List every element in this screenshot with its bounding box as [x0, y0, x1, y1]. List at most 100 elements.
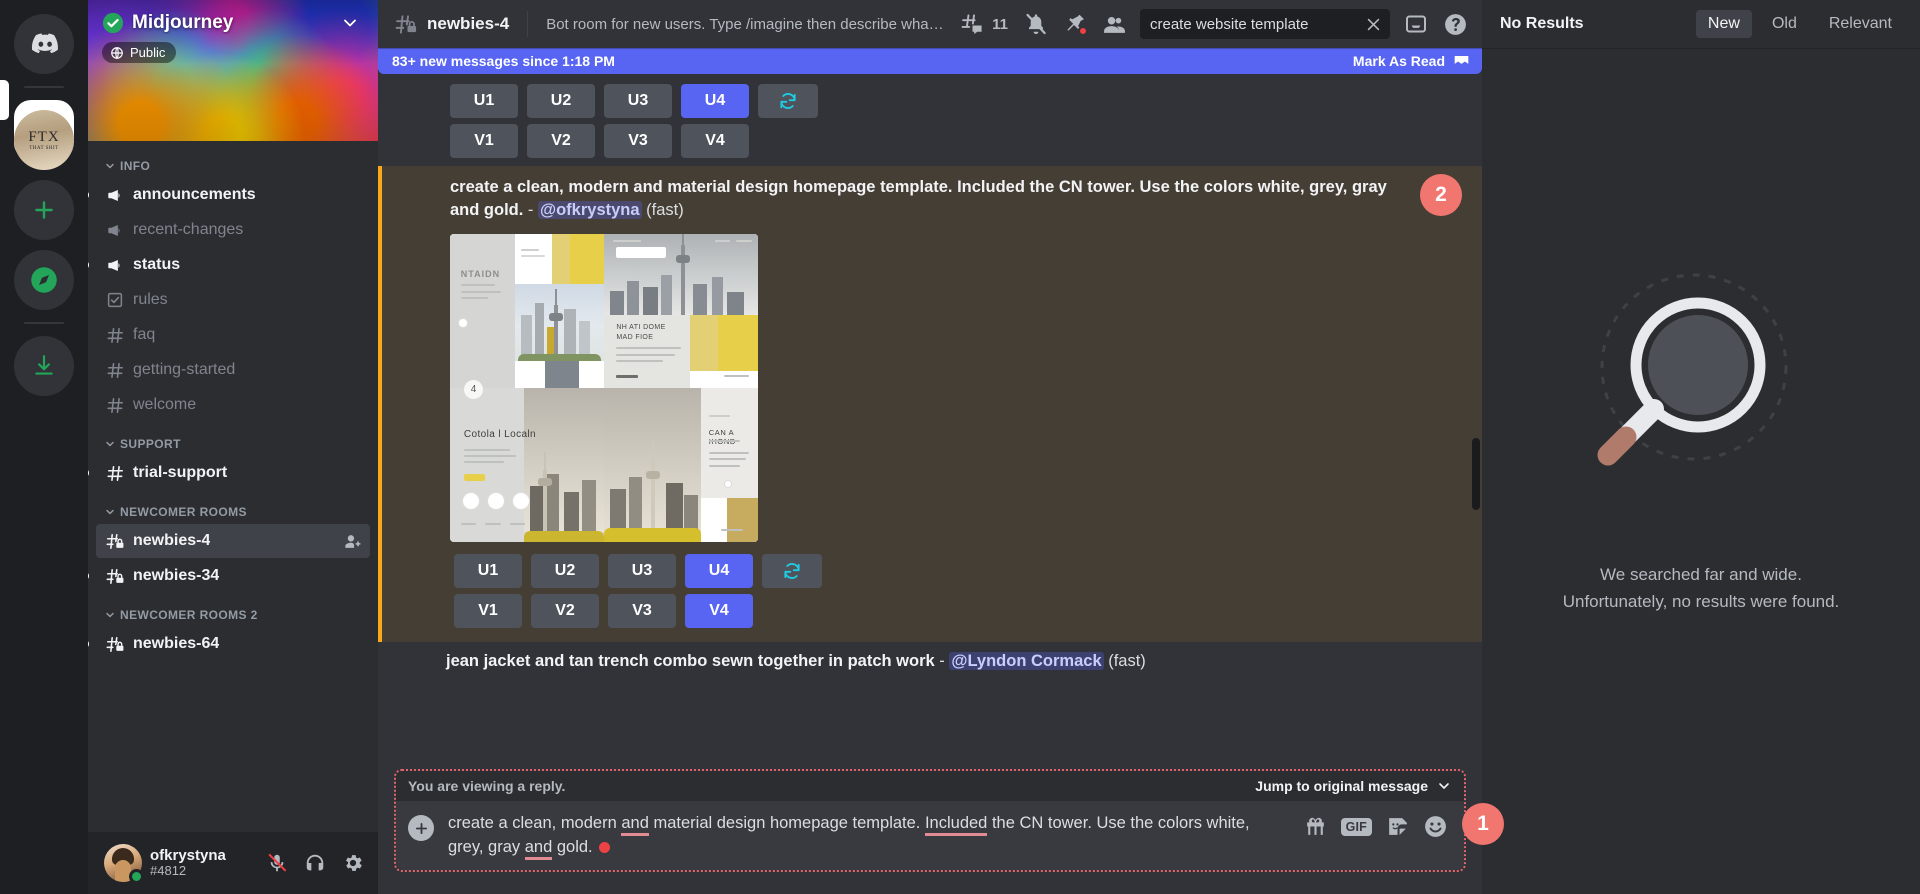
- upscale-button-u4[interactable]: U4: [685, 554, 753, 588]
- composer-text-2: material design homepage template.: [649, 814, 925, 832]
- category-support[interactable]: SUPPORT: [88, 423, 370, 455]
- message-composer[interactable]: create a clean, modern and material desi…: [396, 801, 1464, 870]
- magnifier-svg: [1586, 267, 1816, 497]
- download-apps-button[interactable]: [14, 336, 74, 396]
- variation-button-v4[interactable]: V4: [685, 594, 753, 628]
- reroll-button[interactable]: [758, 84, 818, 118]
- discord-logo-icon: [28, 28, 60, 60]
- category-info[interactable]: INFO: [88, 157, 370, 177]
- server-rail-download[interactable]: [0, 336, 88, 396]
- add-member-icon[interactable]: [343, 532, 362, 551]
- message-scrollbar[interactable]: [1472, 438, 1480, 510]
- search-results-title: No Results: [1500, 15, 1688, 33]
- jump-to-original-message-button[interactable]: Jump to original message: [1255, 778, 1452, 794]
- sidebar-item-newbies-4[interactable]: newbies-4: [96, 524, 370, 558]
- message-list[interactable]: U1 U2 U3 U4 V1 V2 V3 V4: [378, 48, 1482, 769]
- emoji-button[interactable]: [1423, 814, 1448, 839]
- search-input[interactable]: [1140, 9, 1390, 39]
- mute-microphone-button[interactable]: [260, 846, 294, 880]
- server-header[interactable]: Midjourney: [88, 0, 378, 34]
- new-messages-bar[interactable]: 83+ new messages since 1:18 PM Mark As R…: [378, 48, 1482, 74]
- member-list-button[interactable]: [1097, 7, 1131, 41]
- category-newcomer-rooms[interactable]: NEWCOMER ROOMS: [88, 491, 370, 523]
- upscale-button-u2[interactable]: U2: [527, 84, 595, 118]
- upload-file-button[interactable]: [408, 815, 434, 841]
- tab-relevant[interactable]: Relevant: [1817, 10, 1904, 38]
- clear-search-icon[interactable]: [1365, 16, 1382, 33]
- mark-as-read-button[interactable]: Mark As Read: [1353, 53, 1470, 69]
- sidebar-item-newbies-64[interactable]: newbies-64: [96, 627, 370, 661]
- chevron-down-icon: [1436, 778, 1452, 794]
- inbox-button[interactable]: [1399, 7, 1433, 41]
- message-next[interactable]: jean jacket and tan trench combo sewn to…: [378, 642, 1482, 677]
- author-mention[interactable]: @Lyndon Cormack: [949, 652, 1103, 670]
- gif-button[interactable]: GIF: [1341, 818, 1372, 836]
- channel-topic[interactable]: Bot room for new users. Type /imagine th…: [546, 16, 947, 33]
- variation-button-v4[interactable]: V4: [681, 124, 749, 158]
- user-settings-button[interactable]: [336, 846, 370, 880]
- threads-button[interactable]: [955, 7, 989, 41]
- tab-new[interactable]: New: [1696, 10, 1752, 38]
- server-rail-add-server[interactable]: [0, 180, 88, 240]
- sidebar-item-faq[interactable]: faq: [96, 318, 370, 352]
- channel-list[interactable]: INFO announcements recent-changes: [88, 141, 378, 832]
- mark-as-read-label: Mark As Read: [1353, 53, 1445, 69]
- sidebar-item-recent-changes[interactable]: recent-changes: [96, 213, 370, 247]
- sidebar-item-trial-support[interactable]: trial-support: [96, 456, 370, 490]
- avatar[interactable]: [104, 844, 142, 882]
- server-rail-explore[interactable]: [0, 250, 88, 310]
- generated-image[interactable]: NTAIDN: [450, 234, 758, 542]
- discord-app: 5 FTX THAT SHIT: [0, 0, 1920, 894]
- variation-button-v1[interactable]: V1: [450, 124, 518, 158]
- header-actions: 11: [955, 7, 1472, 41]
- gift-button[interactable]: [1303, 814, 1328, 839]
- variation-button-v2[interactable]: V2: [531, 594, 599, 628]
- variation-button-v1[interactable]: V1: [454, 594, 522, 628]
- sidebar-item-welcome[interactable]: welcome: [96, 388, 370, 422]
- notification-settings-button[interactable]: [1019, 7, 1053, 41]
- highlighted-message[interactable]: 2 create a clean, modern and material de…: [378, 166, 1482, 642]
- server-rail-item-home[interactable]: [0, 14, 88, 74]
- upscale-button-u3[interactable]: U3: [604, 84, 672, 118]
- category-label: SUPPORT: [120, 437, 181, 451]
- sticker-button[interactable]: [1385, 814, 1410, 839]
- discord-home-button[interactable]: [14, 14, 74, 74]
- chevron-down-icon: [340, 13, 360, 33]
- upscale-button-u2[interactable]: U2: [531, 554, 599, 588]
- user-identity[interactable]: ofkrystyna #4812: [150, 847, 226, 879]
- gift-icon: [1303, 814, 1328, 839]
- channel-label: rules: [133, 291, 168, 309]
- category-newcomer-rooms-2[interactable]: NEWCOMER ROOMS 2: [88, 594, 370, 626]
- prompt-text: jean jacket and tan trench combo sewn to…: [446, 652, 935, 670]
- chevron-down-icon: [104, 506, 116, 518]
- variation-button-v2[interactable]: V2: [527, 124, 595, 158]
- search-field[interactable]: [1150, 16, 1359, 33]
- sidebar-item-rules[interactable]: rules: [96, 283, 370, 317]
- variation-button-v3[interactable]: V3: [604, 124, 672, 158]
- pinned-messages-button[interactable]: [1058, 7, 1092, 41]
- help-button[interactable]: [1438, 7, 1472, 41]
- author-mention[interactable]: @ofkrystyna: [538, 201, 642, 219]
- message-input[interactable]: create a clean, modern and material desi…: [448, 812, 1289, 859]
- sidebar-item-status[interactable]: status: [96, 248, 370, 282]
- reroll-button[interactable]: [762, 554, 822, 588]
- add-server-button[interactable]: [14, 180, 74, 240]
- sidebar-item-announcements[interactable]: announcements: [96, 178, 370, 212]
- locked-text-channel-icon: [104, 633, 126, 655]
- variation-button-v3[interactable]: V3: [608, 594, 676, 628]
- tab-old[interactable]: Old: [1760, 10, 1809, 38]
- upscale-button-u1[interactable]: U1: [450, 84, 518, 118]
- server-banner[interactable]: Midjourney Public: [88, 0, 378, 141]
- sidebar-item-getting-started[interactable]: getting-started: [96, 353, 370, 387]
- upscale-button-u4[interactable]: U4: [681, 84, 749, 118]
- explore-servers-button[interactable]: [14, 250, 74, 310]
- sidebar-item-newbies-34[interactable]: newbies-34: [96, 559, 370, 593]
- upscale-button-u1[interactable]: U1: [454, 554, 522, 588]
- gear-icon: [342, 852, 364, 874]
- channel-topic-text: Bot room for new users. Type /imagine th…: [546, 16, 947, 33]
- ftx-server-button[interactable]: FTX THAT SHIT: [14, 110, 74, 170]
- deafen-button[interactable]: [298, 846, 332, 880]
- server-rail-item-ftx[interactable]: FTX THAT SHIT: [0, 110, 88, 170]
- upscale-button-u3[interactable]: U3: [608, 554, 676, 588]
- server-dropdown-button[interactable]: [340, 13, 364, 33]
